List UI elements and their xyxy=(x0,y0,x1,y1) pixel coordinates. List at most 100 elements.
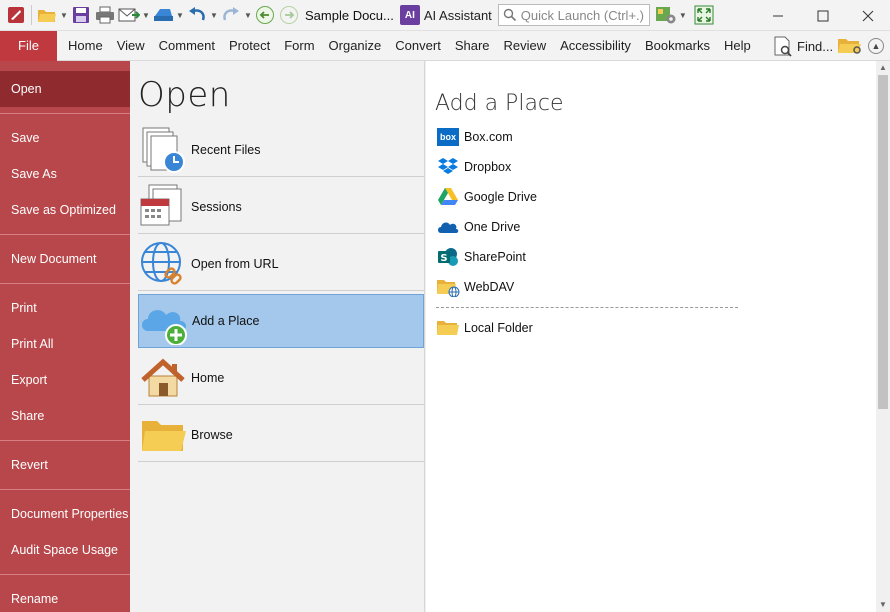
sharepoint-icon: S xyxy=(436,246,460,268)
menu-item-revert[interactable]: Revert xyxy=(0,447,130,483)
scrollbar-thumb[interactable] xyxy=(878,75,888,409)
ai-assistant-label: AI Assistant xyxy=(423,7,492,23)
menu-item-print-all[interactable]: Print All xyxy=(0,326,130,362)
browse-label: Browse xyxy=(191,427,233,442)
open-add-a-place[interactable]: Add a Place xyxy=(138,294,424,348)
place-box[interactable]: box Box.com xyxy=(436,126,513,148)
print-icon[interactable] xyxy=(93,3,117,27)
scan-icon[interactable] xyxy=(151,3,175,27)
ai-assistant-button[interactable]: AI AI Assistant xyxy=(399,5,492,25)
dropbox-icon xyxy=(436,156,460,178)
tab-organize[interactable]: Organize xyxy=(322,31,389,61)
cloud-add-icon xyxy=(139,296,189,346)
open-browse[interactable]: Browse xyxy=(138,408,424,462)
menu-item-save[interactable]: Save xyxy=(0,120,130,156)
place-google-drive[interactable]: Google Drive xyxy=(436,186,537,208)
customize-icon[interactable] xyxy=(654,3,678,27)
scroll-down-icon[interactable]: ▼ xyxy=(876,598,890,612)
place-dropbox-label: Dropbox xyxy=(464,160,512,174)
add-a-place-label: Add a Place xyxy=(192,314,260,328)
menu-item-rename[interactable]: Rename xyxy=(0,581,130,612)
divider xyxy=(0,283,130,284)
chevron-down-icon[interactable]: ▼ xyxy=(59,11,69,20)
place-webdav-label: WebDAV xyxy=(464,280,515,294)
ribbon-tabs: File Home View Comment Protect Form Orga… xyxy=(0,30,890,61)
tab-view[interactable]: View xyxy=(110,31,152,61)
undo-icon[interactable] xyxy=(185,3,209,27)
menu-item-document-properties[interactable]: Document Properties xyxy=(0,496,130,532)
folder-icon xyxy=(138,410,188,460)
title-bar: ▼ ▼ ▼ ▼ ▼ Sample Docu... AI AI Assistant… xyxy=(0,0,890,31)
menu-item-export[interactable]: Export xyxy=(0,362,130,398)
fullscreen-icon[interactable] xyxy=(692,3,716,27)
tab-convert[interactable]: Convert xyxy=(388,31,448,61)
tab-protect[interactable]: Protect xyxy=(222,31,277,61)
tab-bookmarks[interactable]: Bookmarks xyxy=(638,31,717,61)
minimize-button[interactable] xyxy=(755,0,800,31)
tab-file[interactable]: File xyxy=(0,30,57,61)
chevron-down-icon[interactable]: ▼ xyxy=(243,11,253,20)
tab-form[interactable]: Form xyxy=(277,31,321,61)
divider xyxy=(0,489,130,490)
tab-review[interactable]: Review xyxy=(497,31,554,61)
document-title[interactable]: Sample Docu... xyxy=(305,8,394,23)
chevron-down-icon[interactable]: ▼ xyxy=(141,11,151,20)
open-panel: Open Recent Files Sessions Open from URL… xyxy=(130,61,425,612)
save-icon[interactable] xyxy=(69,3,93,27)
open-folder-icon[interactable] xyxy=(35,3,59,27)
divider xyxy=(0,113,130,114)
chevron-down-icon[interactable]: ▼ xyxy=(175,11,185,20)
menu-item-print[interactable]: Print xyxy=(0,290,130,326)
open-home[interactable]: Home xyxy=(138,351,424,405)
place-dropbox[interactable]: Dropbox xyxy=(436,156,511,178)
place-sharepoint-label: SharePoint xyxy=(464,250,526,264)
quick-launch-input[interactable]: Quick Launch (Ctrl+.) xyxy=(497,4,650,26)
redo-icon[interactable] xyxy=(219,3,243,27)
place-onedrive[interactable]: One Drive xyxy=(436,216,520,238)
tab-comment[interactable]: Comment xyxy=(152,31,222,61)
back-arrow-icon[interactable] xyxy=(253,3,277,27)
menu-item-open[interactable]: Open xyxy=(0,71,130,107)
email-icon[interactable] xyxy=(117,3,141,27)
app-logo-icon[interactable] xyxy=(4,3,28,27)
open-from-url-label: Open from URL xyxy=(191,256,279,271)
onedrive-icon xyxy=(436,216,460,238)
vertical-scrollbar[interactable]: ▲ ▼ xyxy=(876,61,890,612)
close-button[interactable] xyxy=(845,0,890,31)
globe-link-icon xyxy=(138,239,188,289)
open-sessions[interactable]: Sessions xyxy=(138,180,424,234)
separator xyxy=(31,5,32,25)
find-button[interactable]: Find... xyxy=(772,31,863,61)
tab-home[interactable]: Home xyxy=(61,31,110,61)
divider xyxy=(436,307,738,308)
place-google-drive-label: Google Drive xyxy=(464,190,537,204)
place-webdav[interactable]: WebDAV xyxy=(436,276,514,298)
place-local-folder-label: Local Folder xyxy=(464,321,533,335)
find-icon xyxy=(774,36,792,57)
home-label: Home xyxy=(191,370,225,385)
menu-item-share[interactable]: Share xyxy=(0,398,130,434)
menu-item-audit-space-usage[interactable]: Audit Space Usage xyxy=(0,532,130,568)
open-recent-files[interactable]: Recent Files xyxy=(138,123,424,177)
tab-accessibility[interactable]: Accessibility xyxy=(553,31,638,61)
tab-share[interactable]: Share xyxy=(448,31,497,61)
open-from-url[interactable]: Open from URL xyxy=(138,237,424,291)
scroll-up-icon[interactable]: ▲ xyxy=(876,61,890,75)
menu-item-save-as[interactable]: Save As xyxy=(0,156,130,192)
page-title: Open xyxy=(138,75,231,115)
place-onedrive-label: One Drive xyxy=(464,220,521,234)
collapse-ribbon-icon[interactable]: ▲ xyxy=(868,38,884,54)
chevron-down-icon[interactable]: ▼ xyxy=(678,11,688,20)
quick-launch-placeholder: Quick Launch (Ctrl+.) xyxy=(520,7,644,23)
place-sharepoint[interactable]: S SharePoint xyxy=(436,246,526,268)
backstage-menu: Open Save Save As Save as Optimized New … xyxy=(0,61,130,612)
forward-arrow-icon[interactable] xyxy=(277,3,301,27)
menu-item-save-as-optimized[interactable]: Save as Optimized xyxy=(0,192,130,228)
search-icon xyxy=(503,8,516,22)
ai-icon: AI xyxy=(399,5,420,25)
tab-help[interactable]: Help xyxy=(717,31,758,61)
maximize-button[interactable] xyxy=(800,0,845,31)
menu-item-new-document[interactable]: New Document xyxy=(0,241,130,277)
place-local-folder[interactable]: Local Folder xyxy=(436,317,533,339)
chevron-down-icon[interactable]: ▼ xyxy=(209,11,219,20)
